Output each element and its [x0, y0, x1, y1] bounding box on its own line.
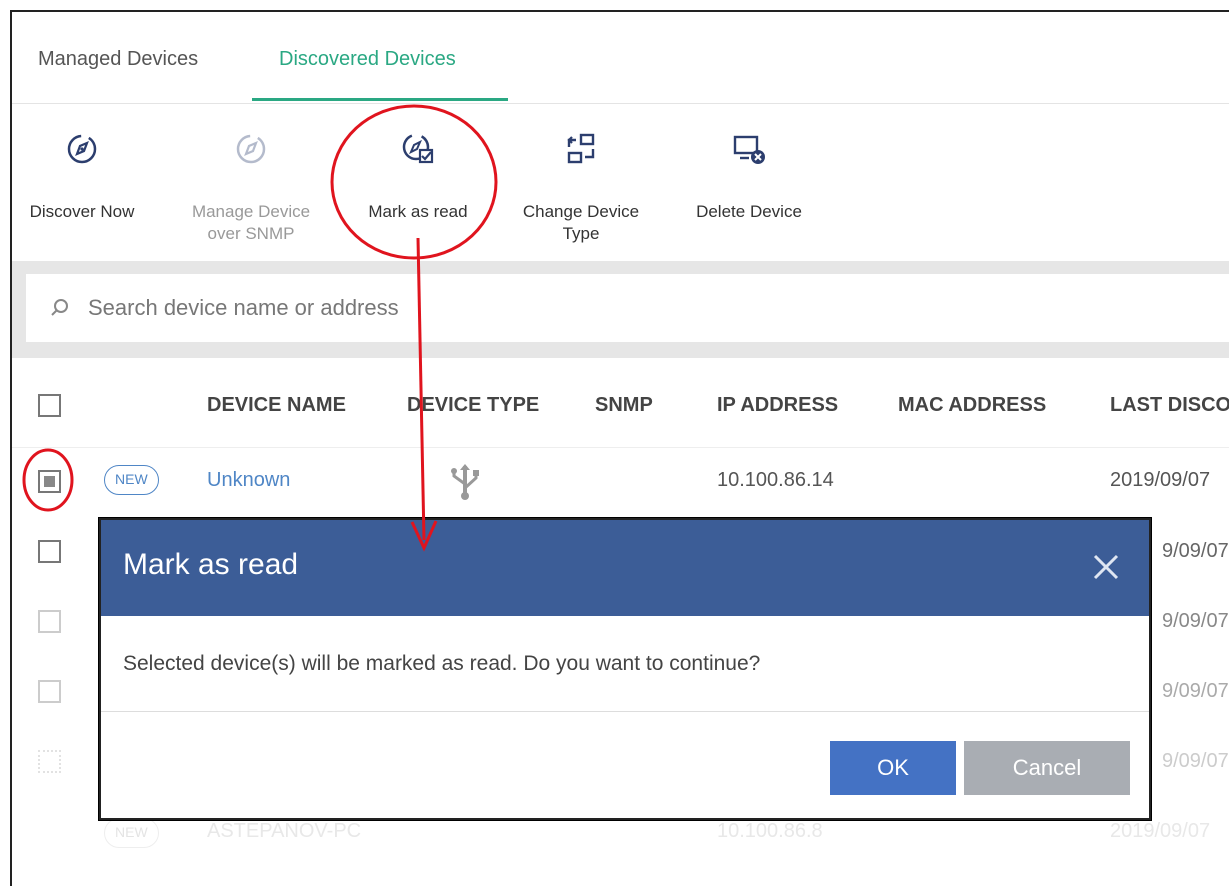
col-last-discovered[interactable]: LAST DISCO	[1110, 394, 1229, 417]
device-name-link[interactable]: ASTEPANOV-PC	[207, 820, 361, 843]
last-discovered-cell: 9/09/07	[1162, 610, 1229, 632]
active-tab-indicator	[252, 98, 508, 101]
mark-as-read-dialog: Mark as read Selected device(s) will be …	[99, 518, 1151, 820]
device-name-link[interactable]: Unknown	[207, 469, 290, 492]
search-band	[12, 261, 1229, 358]
monitor-delete-icon	[731, 131, 767, 167]
last-discovered-cell: 2019/09/07	[1110, 820, 1211, 842]
col-device-name[interactable]: DEVICE NAME	[207, 394, 346, 417]
discover-now-label: Discover Now	[29, 202, 135, 221]
cancel-button[interactable]: Cancel	[964, 741, 1130, 795]
close-icon[interactable]	[1091, 552, 1121, 582]
change-device-type-button[interactable]: Change Device Type	[506, 105, 656, 255]
col-snmp[interactable]: SNMP	[595, 394, 653, 417]
usb-icon	[448, 462, 482, 502]
tab-managed-devices[interactable]: Managed Devices	[38, 48, 198, 71]
last-discovered-cell: 9/09/07	[1162, 680, 1229, 702]
table-header: DEVICE NAME DEVICE TYPE SNMP IP ADDRESS …	[12, 358, 1229, 448]
last-discovered-cell: 9/09/07	[1162, 750, 1229, 772]
table-row[interactable]: NEW Unknown 10.100.86.14 2019/09/07	[12, 448, 1229, 518]
toolbar: Discover Now Manage Device over SNMP Mark…	[12, 105, 1229, 261]
ok-button[interactable]: OK	[830, 741, 956, 795]
change-device-type-label: Change Device Type	[522, 202, 640, 243]
last-discovered-cell: 2019/09/07	[1110, 469, 1211, 491]
mark-as-read-button[interactable]: Mark as read	[343, 105, 493, 255]
new-badge: NEW	[104, 465, 159, 495]
search-input[interactable]	[88, 288, 988, 328]
manage-device-snmp-button[interactable]: Manage Device over SNMP	[176, 105, 326, 255]
row-checkbox[interactable]	[38, 540, 61, 563]
row-checkbox[interactable]	[38, 750, 61, 773]
ip-address-cell: 10.100.86.14	[717, 469, 834, 491]
row-checkbox[interactable]	[38, 610, 61, 633]
search-box	[26, 274, 1229, 342]
new-badge: NEW	[104, 818, 159, 848]
col-mac-address[interactable]: MAC ADDRESS	[898, 394, 1046, 417]
swap-device-icon	[563, 131, 599, 167]
search-icon	[48, 296, 72, 320]
compass-icon	[233, 131, 269, 167]
col-ip-address[interactable]: IP ADDRESS	[717, 394, 838, 417]
tab-discovered-devices[interactable]: Discovered Devices	[279, 48, 456, 71]
dialog-divider	[101, 711, 1149, 712]
delete-device-button[interactable]: Delete Device	[674, 105, 824, 255]
app-frame: Managed Devices Discovered Devices Disco…	[10, 10, 1229, 886]
mark-as-read-label: Mark as read	[368, 202, 468, 221]
dialog-header: Mark as read	[101, 520, 1149, 616]
dialog-message: Selected device(s) will be marked as rea…	[123, 652, 761, 675]
ip-address-cell: 10.100.86.8	[717, 820, 823, 842]
row-checkbox[interactable]	[38, 680, 61, 703]
dialog-title: Mark as read	[123, 548, 299, 581]
mark-read-icon	[400, 131, 436, 167]
select-all-checkbox[interactable]	[38, 394, 61, 417]
tab-bar: Managed Devices Discovered Devices	[12, 12, 1229, 104]
manage-device-snmp-label: Manage Device over SNMP	[191, 202, 311, 243]
last-discovered-cell: 9/09/07	[1162, 540, 1229, 562]
row-checkbox[interactable]	[38, 470, 61, 493]
col-device-type[interactable]: DEVICE TYPE	[407, 394, 539, 417]
compass-icon	[64, 131, 100, 167]
discover-now-button[interactable]: Discover Now	[12, 105, 157, 255]
delete-device-label: Delete Device	[696, 202, 802, 221]
